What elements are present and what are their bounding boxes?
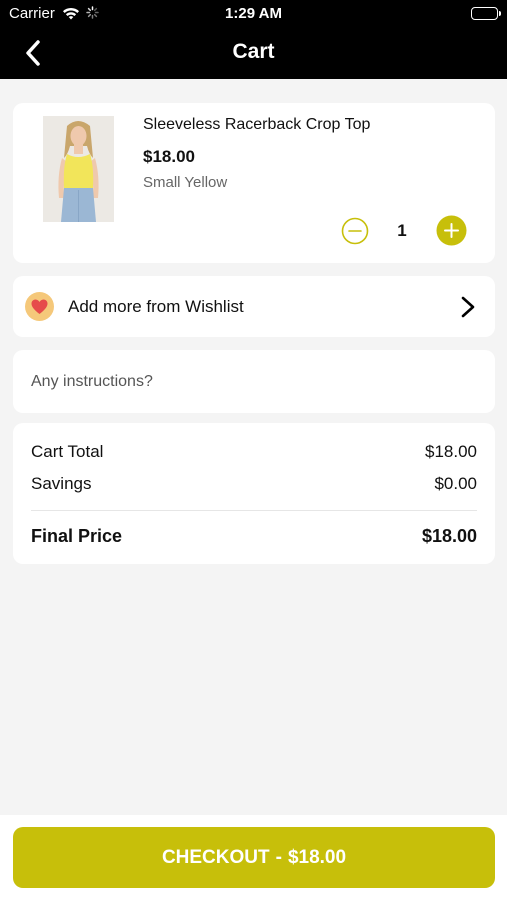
savings-label: Savings [31,474,92,493]
checkout-button[interactable]: CHECKOUT - $18.00 [13,827,495,888]
cart-item-card: Sleeveless Racerback Crop Top $18.00 Sma… [13,103,495,263]
quantity-value: 1 [397,221,407,240]
status-time: 1:29 AM [225,5,282,22]
instructions-input[interactable] [31,370,471,394]
checkout-separator: - [275,846,282,868]
status-bar: Carrier 1:29 AM [0,0,507,28]
nav-bar: Cart [0,28,507,79]
product-name[interactable]: Sleeveless Racerback Crop Top [143,116,370,134]
checkout-footer: CHECKOUT - $18.00 [0,815,507,900]
final-price-value: $18.00 [421,526,477,546]
summary-divider [31,510,477,511]
cart-total-label: Cart Total [31,442,104,461]
final-price-label: Final Price [31,526,123,546]
cart-total-row: Cart Total $18.00 [31,442,477,462]
wishlist-label: Add more from Wishlist [68,297,244,316]
chevron-right-icon [459,295,477,319]
heart-icon [25,292,54,321]
product-variant: Small Yellow [143,174,228,191]
wishlist-row[interactable]: Add more from Wishlist [13,276,495,337]
cart-total-value: $18.00 [425,442,477,461]
savings-value: $0.00 [434,474,477,493]
page-title: Cart [232,40,275,63]
checkout-amount: $18.00 [287,846,347,868]
price-summary-card: Cart Total $18.00 Savings $0.00 Final Pr… [13,423,495,564]
instructions-card [13,350,495,413]
decrease-quantity-button[interactable] [341,217,369,245]
minus-icon [341,217,369,245]
checkout-label: CHECKOUT [161,846,270,868]
plus-icon [436,215,467,246]
product-price: $18.00 [143,147,195,166]
final-price-row: Final Price $18.00 [31,526,477,547]
product-image[interactable] [43,116,114,222]
savings-row: Savings $0.00 [31,474,477,494]
increase-quantity-button[interactable] [436,215,467,246]
battery-icon [471,7,501,20]
